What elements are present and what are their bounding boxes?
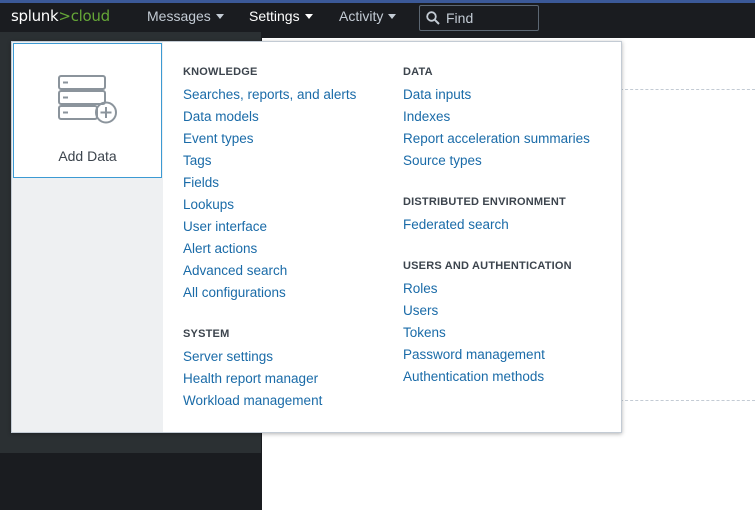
find-search-box[interactable]: [419, 5, 539, 31]
link-indexes[interactable]: Indexes: [403, 109, 450, 124]
background-band: [0, 453, 261, 510]
add-data-label: Add Data: [58, 148, 117, 164]
add-data-icon: [58, 75, 117, 124]
link-password-management[interactable]: Password management: [403, 347, 545, 362]
link-tags[interactable]: Tags: [183, 153, 212, 168]
background-divider: [620, 400, 755, 401]
nav-activity[interactable]: Activity: [339, 8, 397, 24]
link-workload-management[interactable]: Workload management: [183, 393, 322, 408]
section-title-knowledge: KNOWLEDGE: [183, 66, 258, 78]
link-data-inputs[interactable]: Data inputs: [403, 87, 471, 102]
link-all-configurations[interactable]: All configurations: [183, 285, 286, 300]
background-divider: [620, 89, 755, 90]
nav-settings-label: Settings: [249, 8, 300, 24]
link-source-types[interactable]: Source types: [403, 153, 482, 168]
link-searches-reports-alerts[interactable]: Searches, reports, and alerts: [183, 87, 356, 102]
nav-settings[interactable]: Settings: [249, 8, 313, 24]
find-input[interactable]: [446, 10, 534, 26]
link-federated-search[interactable]: Federated search: [403, 217, 509, 232]
add-data-button[interactable]: Add Data: [13, 43, 162, 178]
link-event-types[interactable]: Event types: [183, 131, 254, 146]
link-health-report-manager[interactable]: Health report manager: [183, 371, 318, 386]
link-authentication-methods[interactable]: Authentication methods: [403, 369, 544, 384]
nav-messages[interactable]: Messages: [147, 8, 224, 24]
link-users[interactable]: Users: [403, 303, 438, 318]
link-fields[interactable]: Fields: [183, 175, 219, 190]
link-user-interface[interactable]: User interface: [183, 219, 267, 234]
chevron-down-icon: [304, 14, 313, 19]
splunk-cloud-logo[interactable]: splunk>cloud: [11, 7, 110, 25]
nav-activity-label: Activity: [339, 8, 384, 24]
link-roles[interactable]: Roles: [403, 281, 438, 296]
link-data-models[interactable]: Data models: [183, 109, 259, 124]
link-lookups[interactable]: Lookups: [183, 197, 234, 212]
section-title-users-authentication: USERS AND AUTHENTICATION: [403, 260, 572, 272]
section-title-data: DATA: [403, 66, 433, 78]
link-tokens[interactable]: Tokens: [403, 325, 446, 340]
link-report-acceleration-summaries[interactable]: Report acceleration summaries: [403, 131, 590, 146]
nav-messages-label: Messages: [147, 8, 211, 24]
section-title-distributed-environment: DISTRIBUTED ENVIRONMENT: [403, 196, 566, 208]
search-icon: [426, 11, 440, 25]
section-title-system: SYSTEM: [183, 328, 230, 340]
link-server-settings[interactable]: Server settings: [183, 349, 273, 364]
menu-left-panel: Add Data: [12, 42, 163, 432]
link-advanced-search[interactable]: Advanced search: [183, 263, 287, 278]
chevron-down-icon: [388, 14, 397, 19]
settings-dropdown-menu: Add Data KNOWLEDGE Searches, reports, an…: [11, 41, 622, 433]
top-nav-bar: splunk>cloud Messages Settings Activity: [0, 0, 755, 32]
link-alert-actions[interactable]: Alert actions: [183, 241, 257, 256]
chevron-down-icon: [215, 14, 224, 19]
